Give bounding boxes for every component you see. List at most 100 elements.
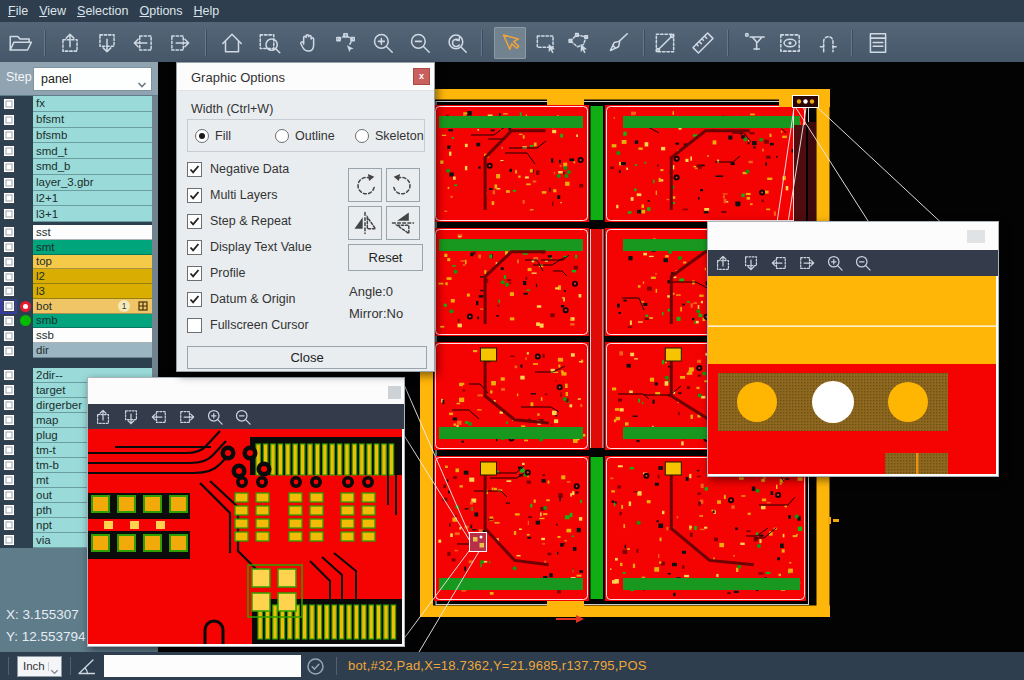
flip-h-button[interactable]	[348, 206, 382, 240]
dialog-close-button[interactable]: x	[413, 68, 430, 85]
zoom-window-right-canvas[interactable]	[708, 276, 996, 474]
window-tool-pan-right[interactable]	[796, 252, 818, 274]
window-button[interactable]	[388, 386, 401, 399]
menu-options[interactable]: Options	[139, 0, 182, 22]
layer-checkbox[interactable]	[0, 443, 17, 458]
layer-checkbox[interactable]	[0, 343, 17, 358]
close-button[interactable]: Close	[187, 346, 427, 369]
layer-row-bfsmb[interactable]: bfsmb	[0, 128, 152, 144]
tool-zoom-out[interactable]	[404, 27, 436, 59]
layer-checkbox[interactable]	[0, 458, 17, 473]
layer-row-smt[interactable]: smt	[0, 240, 152, 255]
flip-v-button[interactable]	[386, 206, 420, 240]
layer-checkbox[interactable]	[0, 368, 17, 383]
tool-pan-right[interactable]	[164, 27, 196, 59]
tool-filter-funnel[interactable]	[739, 27, 771, 59]
window-button[interactable]	[967, 230, 985, 243]
zoom-window-left-titlebar[interactable]	[88, 378, 404, 404]
menu-help[interactable]: Help	[194, 0, 220, 22]
layer-checkbox[interactable]	[0, 518, 17, 533]
layer-row-sst[interactable]: sst	[0, 225, 152, 240]
layer-checkbox[interactable]	[0, 413, 17, 428]
window-tool-pan-up[interactable]	[92, 406, 114, 428]
window-tool-pan-down[interactable]	[740, 252, 762, 274]
zoom-window-left[interactable]	[87, 377, 405, 647]
layer-checkbox[interactable]	[0, 206, 17, 222]
zoom-window-right-titlebar[interactable]	[708, 222, 998, 250]
layer-checkbox[interactable]	[0, 225, 17, 240]
reset-button[interactable]: Reset	[348, 244, 423, 271]
layer-row-l2[interactable]: l2	[0, 269, 152, 284]
checkbox-profile[interactable]: Profile	[187, 265, 245, 281]
step-select[interactable]: panel	[33, 67, 152, 91]
menu-view[interactable]: View	[39, 0, 66, 22]
layer-row-fx[interactable]: fx	[0, 96, 152, 112]
window-tool-zoom-out[interactable]	[232, 406, 254, 428]
tool-pan-up[interactable]	[54, 27, 86, 59]
radio-outline[interactable]: Outline	[275, 129, 335, 143]
layer-checkbox[interactable]	[0, 96, 17, 112]
layer-checkbox[interactable]	[0, 328, 17, 343]
tool-snap-magnet[interactable]	[812, 27, 844, 59]
angle-measure-icon[interactable]	[76, 657, 98, 676]
window-tool-pan-left[interactable]	[148, 406, 170, 428]
tool-pan-left[interactable]	[127, 27, 159, 59]
layer-row-bfsmt[interactable]: bfsmt	[0, 112, 152, 128]
tool-select-arrow[interactable]	[494, 27, 526, 59]
layer-checkbox[interactable]	[0, 314, 17, 329]
layer-row-top[interactable]: top	[0, 255, 152, 270]
layer-row-l3[interactable]: l3	[0, 284, 152, 299]
tool-brush[interactable]	[602, 27, 634, 59]
tool-pan-hand[interactable]	[292, 27, 324, 59]
layer-row-ssb[interactable]: ssb	[0, 328, 152, 343]
tool-measure-distance[interactable]	[649, 27, 681, 59]
window-tool-zoom-out[interactable]	[852, 252, 874, 274]
checkbox-datum-origin[interactable]: Datum & Origin	[187, 291, 295, 307]
layer-checkbox[interactable]	[0, 255, 17, 270]
window-tool-pan-right[interactable]	[176, 406, 198, 428]
tool-open-folder[interactable]	[4, 27, 36, 59]
layer-checkbox[interactable]	[0, 284, 17, 299]
layer-row-dir[interactable]: dir	[0, 343, 152, 358]
layer-checkbox[interactable]	[0, 398, 17, 413]
tool-home[interactable]	[216, 27, 248, 59]
radio-fill[interactable]: Fill	[195, 129, 231, 143]
dialog-titlebar[interactable]: Graphic Options x	[177, 63, 434, 91]
layer-checkbox[interactable]	[0, 473, 17, 488]
tool-zoom-window[interactable]	[254, 27, 286, 59]
window-tool-zoom-in[interactable]	[824, 252, 846, 274]
layer-checkbox[interactable]	[0, 175, 17, 191]
layer-checkbox[interactable]	[0, 128, 17, 144]
tool-select-rect[interactable]	[530, 27, 562, 59]
layer-row-smd_t[interactable]: smd_t	[0, 143, 152, 159]
layer-checkbox[interactable]	[0, 191, 17, 207]
tool-report-form[interactable]	[862, 27, 894, 59]
layer-checkbox[interactable]	[0, 299, 17, 314]
checkbox-step-repeat[interactable]: Step & Repeat	[187, 213, 291, 229]
layer-row-l3+1[interactable]: l3+1	[0, 206, 152, 222]
window-tool-pan-up[interactable]	[712, 252, 734, 274]
checkbox-display-text-value[interactable]: Display Text Value	[187, 239, 312, 255]
tool-zoom-previous[interactable]	[441, 27, 473, 59]
layer-checkbox[interactable]	[0, 503, 17, 518]
layer-checkbox[interactable]	[0, 269, 17, 284]
layer-checkbox[interactable]	[0, 428, 17, 443]
apply-check-icon[interactable]	[306, 657, 325, 676]
tool-zoom-in[interactable]	[367, 27, 399, 59]
layer-row-bot[interactable]: bot1	[0, 299, 152, 314]
checkbox-fullscreen-cursor[interactable]: Fullscreen Cursor	[187, 317, 309, 333]
layer-checkbox[interactable]	[0, 488, 17, 503]
tool-select-polygon[interactable]	[562, 27, 594, 59]
layer-checkbox[interactable]	[0, 240, 17, 255]
layer-row-layer_3.gbr[interactable]: layer_3.gbr	[0, 175, 152, 191]
checkbox-multi-layers[interactable]: Multi Layers	[187, 187, 277, 203]
radio-skeleton[interactable]: Skeleton	[355, 129, 424, 143]
menu-file[interactable]: File	[8, 0, 28, 22]
window-tool-pan-left[interactable]	[768, 252, 790, 274]
layer-checkbox[interactable]	[0, 159, 17, 175]
tool-view-box[interactable]	[774, 27, 806, 59]
layer-checkbox[interactable]	[0, 143, 17, 159]
rotate-ccw-button[interactable]	[386, 168, 420, 202]
layer-checkbox[interactable]	[0, 383, 17, 398]
window-tool-pan-down[interactable]	[120, 406, 142, 428]
